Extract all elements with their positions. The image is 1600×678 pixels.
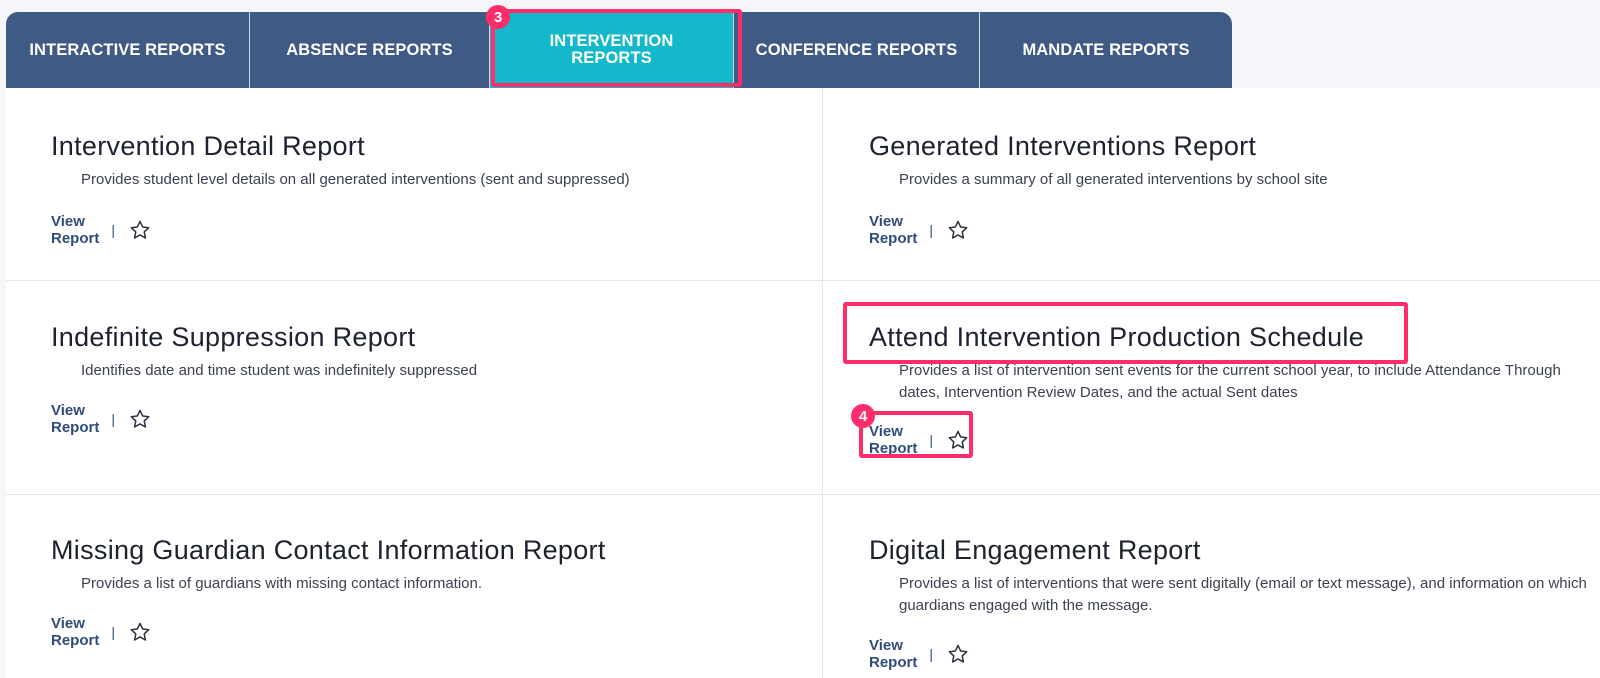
- star-outline-icon[interactable]: [129, 408, 151, 430]
- view-report-link[interactable]: View Report: [869, 213, 917, 247]
- tab-intervention-reports[interactable]: INTERVENTION REPORTS: [490, 12, 734, 88]
- report-title: Indefinite Suppression Report: [51, 322, 416, 352]
- link-separator: |: [111, 222, 115, 238]
- report-actions: View Report |: [51, 213, 151, 247]
- report-title: Attend Intervention Production Schedule: [869, 322, 1365, 352]
- row-divider: [6, 280, 1600, 281]
- view-report-link[interactable]: View Report: [869, 423, 917, 457]
- report-tabs: INTERACTIVE REPORTS ABSENCE REPORTS INTE…: [6, 12, 1232, 88]
- link-separator: |: [111, 624, 115, 640]
- star-outline-icon[interactable]: [947, 219, 969, 241]
- report-title: Digital Engagement Report: [869, 535, 1201, 565]
- report-description: Provides student level details on all ge…: [81, 171, 630, 188]
- report-actions: View Report |: [869, 637, 969, 671]
- report-actions: View Report |: [869, 423, 969, 457]
- tab-absence-reports[interactable]: ABSENCE REPORTS: [250, 12, 490, 88]
- report-actions: View Report |: [51, 615, 151, 649]
- report-description: Provides a summary of all generated inte…: [899, 171, 1328, 188]
- report-description: Provides a list of guardians with missin…: [81, 575, 483, 592]
- report-description: Provides a list of interventions that we…: [899, 575, 1587, 614]
- link-separator: |: [111, 411, 115, 427]
- view-report-link[interactable]: View Report: [51, 213, 99, 247]
- report-actions: View Report |: [869, 213, 969, 247]
- row-divider: [6, 494, 1600, 495]
- report-actions: View Report |: [51, 402, 151, 436]
- report-title: Generated Interventions Report: [869, 131, 1257, 161]
- view-report-link[interactable]: View Report: [869, 637, 917, 671]
- view-report-link[interactable]: View Report: [51, 402, 99, 436]
- star-outline-icon[interactable]: [129, 621, 151, 643]
- tab-conference-reports[interactable]: CONFERENCE REPORTS: [734, 12, 980, 88]
- star-outline-icon[interactable]: [947, 429, 969, 451]
- report-title: Intervention Detail Report: [51, 131, 365, 161]
- star-outline-icon[interactable]: [947, 643, 969, 665]
- report-description: Identifies date and time student was ind…: [81, 362, 478, 379]
- link-separator: |: [929, 432, 933, 448]
- link-separator: |: [929, 222, 933, 238]
- tab-interactive-reports[interactable]: INTERACTIVE REPORTS: [6, 12, 250, 88]
- report-description: Provides a list of intervention sent eve…: [899, 362, 1561, 401]
- report-title: Missing Guardian Contact Information Rep…: [51, 535, 606, 565]
- step-badge: 4: [851, 404, 875, 428]
- step-badge: 3: [486, 5, 510, 29]
- column-divider: [822, 88, 823, 678]
- view-report-link[interactable]: View Report: [51, 615, 99, 649]
- link-separator: |: [929, 646, 933, 662]
- star-outline-icon[interactable]: [129, 219, 151, 241]
- tab-mandate-reports[interactable]: MANDATE REPORTS: [980, 12, 1232, 88]
